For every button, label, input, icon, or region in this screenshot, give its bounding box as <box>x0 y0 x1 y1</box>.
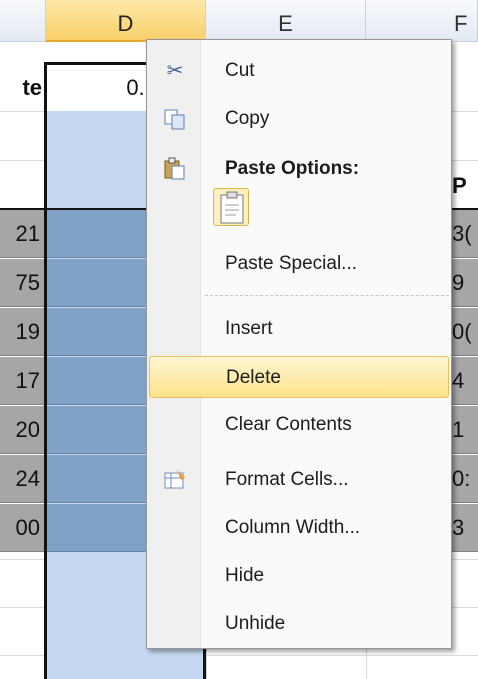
unhide-label: Unhide <box>225 613 286 634</box>
cell-f-value[interactable]: 1 <box>452 406 478 454</box>
cell-c-value[interactable]: 17 <box>0 357 44 405</box>
column-header-c[interactable] <box>0 0 46 42</box>
cell-f-value[interactable]: 3 <box>452 504 478 552</box>
cell-c-value[interactable]: 21 <box>0 210 44 258</box>
menu-item-unhide[interactable]: Unhide <box>149 603 449 645</box>
menu-separator <box>205 295 449 296</box>
menu-item-copy[interactable]: Copy <box>149 98 449 140</box>
cell-c-value[interactable]: 00 <box>0 504 44 552</box>
menu-item-paste-special[interactable]: Paste Special... <box>149 243 449 285</box>
cell-f-value[interactable]: 0( <box>452 308 478 356</box>
cell-c-value[interactable]: 75 <box>0 259 44 307</box>
column-width-label: Column Width... <box>225 517 361 538</box>
menu-item-delete[interactable]: Delete <box>149 356 449 398</box>
paste-special-label: Paste Special... <box>225 253 358 274</box>
cell-f-value[interactable]: 0: <box>452 455 478 503</box>
cell-f-value[interactable]: 3( <box>452 210 478 258</box>
column-header-e[interactable]: E <box>206 0 366 42</box>
cell-f-value[interactable]: 4 <box>452 357 478 405</box>
clipboard-icon <box>220 191 244 224</box>
menu-item-column-width[interactable]: Column Width... <box>149 507 449 549</box>
paste-icon <box>163 157 187 181</box>
paste-options-label: Paste Options: <box>225 158 360 179</box>
column-header-f[interactable]: F <box>366 0 478 42</box>
menu-item-cut-label: Cut <box>225 60 255 81</box>
copy-icon <box>163 107 187 131</box>
menu-item-copy-label: Copy <box>225 108 270 129</box>
cell-c-value[interactable]: 24 <box>0 455 44 503</box>
menu-item-insert[interactable]: Insert <box>149 308 449 350</box>
paste-button[interactable] <box>213 188 249 226</box>
cell-c-value[interactable]: 19 <box>0 308 44 356</box>
format-cells-label: Format Cells... <box>225 469 349 490</box>
cell-c1[interactable]: te <box>0 66 42 110</box>
menu-item-cut[interactable]: ✂ Cut <box>149 50 449 92</box>
menu-item-hide[interactable]: Hide <box>149 555 449 597</box>
delete-label: Delete <box>226 367 281 388</box>
insert-label: Insert <box>225 318 273 339</box>
clear-contents-label: Clear Contents <box>225 414 352 435</box>
cell-f-header[interactable]: P <box>452 160 478 208</box>
scissors-icon: ✂ <box>166 60 184 82</box>
menu-item-clear-contents[interactable]: Clear Contents <box>149 404 449 446</box>
hide-label: Hide <box>225 565 265 586</box>
menu-item-format-cells[interactable]: Format Cells... <box>149 459 449 501</box>
column-header-d[interactable]: D <box>46 0 206 42</box>
context-menu: ✂ Cut Copy Paste Options: Paste Special.… <box>146 39 452 649</box>
cell-f-value[interactable]: 9 <box>452 259 478 307</box>
menu-item-paste-options: Paste Options: <box>149 148 449 190</box>
format-cells-icon <box>163 468 187 492</box>
cell-c-value[interactable]: 20 <box>0 406 44 454</box>
